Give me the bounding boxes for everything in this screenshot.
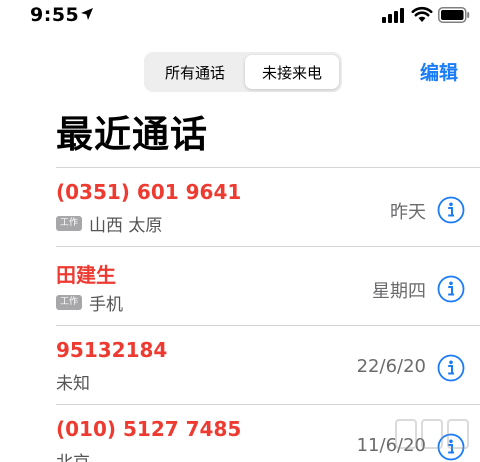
call-detail: 工作 山西 太原 (56, 211, 162, 236)
call-row[interactable]: (0351) 601 9641 工作 山西 太原 昨天 (0, 168, 480, 246)
caller-name: (010) 5127 7485 (56, 417, 242, 441)
segment-missed-calls[interactable]: 未接来电 (245, 55, 339, 89)
call-date: 星期四 (372, 281, 426, 302)
call-detail-text: 手机 (89, 295, 124, 315)
segment-all-calls[interactable]: 所有通话 (147, 55, 243, 89)
info-icon[interactable] (437, 354, 465, 382)
call-filter-segmented-control: 所有通话 未接来电 (144, 52, 342, 92)
info-icon[interactable] (437, 196, 465, 224)
edit-button[interactable]: 编辑 (420, 58, 458, 85)
info-icon[interactable] (437, 275, 465, 303)
call-date: 昨天 (390, 202, 426, 223)
call-detail: 工作 手机 (56, 290, 123, 315)
call-detail: 北京 (56, 448, 90, 462)
caller-name: 田建生 (56, 263, 116, 287)
call-detail-text: 山西 太原 (89, 216, 163, 236)
page-title: 最近通话 (56, 113, 208, 156)
call-row[interactable]: 田建生 工作 手机 星期四 (0, 247, 480, 325)
call-row[interactable]: 95132184 未知 22/6/20 (0, 326, 480, 404)
label-badge: 工作 (56, 216, 83, 231)
watermark-logo (395, 419, 469, 449)
wifi-icon (411, 6, 433, 22)
call-detail-text: 未知 (56, 374, 90, 394)
caller-name: 95132184 (56, 338, 168, 362)
call-date: 22/6/20 (356, 356, 426, 377)
label-badge: 工作 (56, 295, 83, 310)
caller-name: (0351) 601 9641 (56, 180, 242, 204)
signal-icon (382, 8, 404, 23)
status-time: 9:55 (30, 4, 80, 26)
call-detail-text: 北京 (56, 448, 90, 462)
battery-icon (438, 7, 470, 23)
call-detail: 未知 (56, 369, 90, 394)
status-bar: 9:55 (0, 0, 480, 36)
location-arrow-icon (81, 8, 93, 20)
